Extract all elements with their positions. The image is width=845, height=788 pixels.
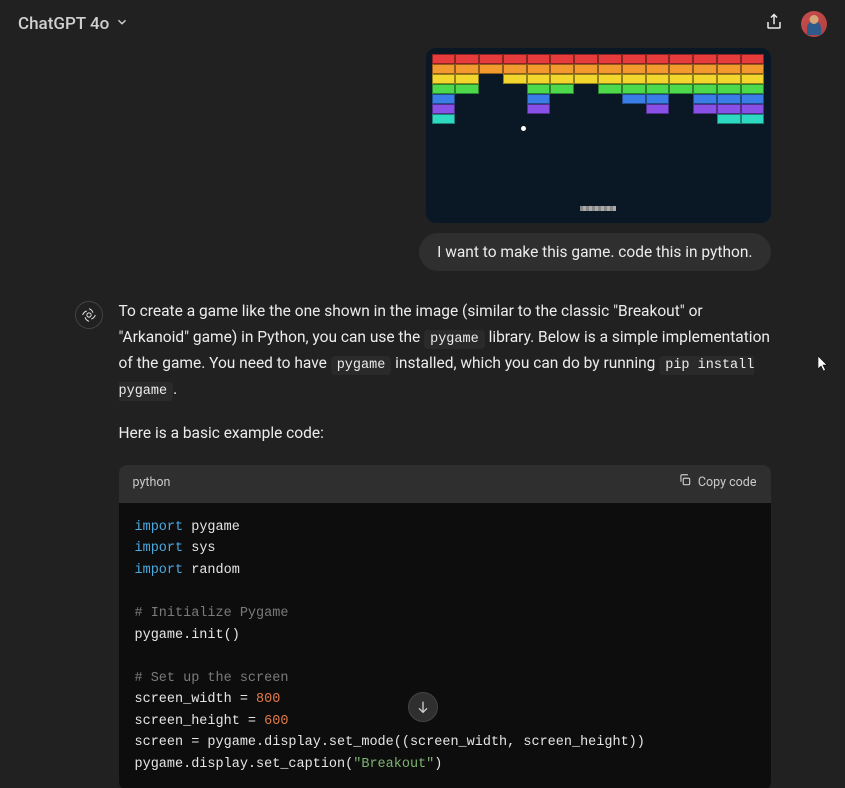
user-bubble: I want to make this game. code this in p…: [419, 233, 770, 271]
copy-label: Copy code: [698, 473, 757, 494]
user-message: I want to make this game. code this in p…: [75, 48, 771, 271]
assistant-avatar-icon: [75, 301, 103, 329]
code-body[interactable]: import pygame import sys import random #…: [119, 503, 771, 788]
app-header: ChatGPT 4o: [0, 0, 845, 48]
assistant-paragraph-1: To create a game like the one shown in t…: [119, 299, 771, 403]
inline-code: pygame: [424, 330, 485, 349]
assistant-paragraph-2: Here is a basic example code:: [119, 421, 771, 447]
model-selector[interactable]: ChatGPT 4o: [18, 14, 129, 34]
scroll-to-bottom-button[interactable]: [408, 692, 438, 722]
header-actions: [765, 11, 827, 37]
code-lang-label: python: [133, 473, 171, 494]
user-attachment-image[interactable]: [426, 48, 771, 223]
code-block: python Copy code import pygame import sy…: [119, 465, 771, 788]
mouse-cursor-icon: [818, 356, 830, 376]
code-header: python Copy code: [119, 465, 771, 503]
chat-container: I want to make this game. code this in p…: [63, 48, 783, 788]
model-label: ChatGPT 4o: [18, 14, 109, 34]
game-ball: [521, 126, 526, 131]
user-text: I want to make this game. code this in p…: [437, 243, 752, 261]
game-paddle: [580, 206, 616, 211]
chevron-down-icon: [115, 14, 129, 34]
assistant-content: To create a game like the one shown in t…: [119, 299, 771, 788]
copy-icon: [678, 473, 692, 495]
avatar[interactable]: [801, 11, 827, 37]
share-button[interactable]: [765, 13, 783, 35]
inline-code: pygame: [331, 356, 392, 375]
copy-code-button[interactable]: Copy code: [678, 473, 757, 495]
